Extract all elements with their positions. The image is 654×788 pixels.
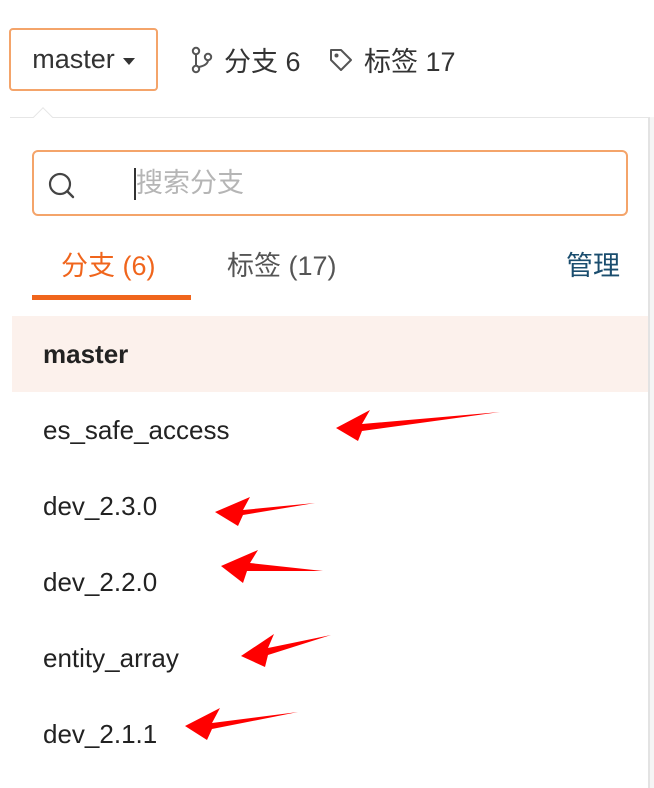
branch-item-dev-2-3-0[interactable]: dev_2.3.0	[12, 468, 648, 544]
branch-count-link[interactable]: 分支 6	[190, 40, 301, 79]
branch-item-master[interactable]: master	[12, 316, 648, 392]
branch-item-es-safe-access[interactable]: es_safe_access	[12, 392, 648, 468]
tag-count-link[interactable]: 标签 17	[328, 40, 456, 79]
branch-list: master es_safe_access dev_2.3.0 dev_2.2.…	[12, 316, 648, 772]
tag-icon	[328, 47, 354, 73]
branch-search-box[interactable]	[32, 150, 628, 216]
tab-branches[interactable]: 分支 (6)	[61, 244, 156, 283]
manage-link[interactable]: 管理	[566, 244, 620, 283]
branch-name: es_safe_access	[43, 414, 230, 445]
branch-name: dev_2.2.0	[43, 566, 158, 597]
branch-name: entity_array	[43, 642, 179, 673]
branch-item-entity-array[interactable]: entity_array	[12, 620, 648, 696]
background-page-edge	[650, 117, 654, 788]
caret-down-icon	[122, 57, 135, 65]
git-branch-icon	[190, 46, 214, 74]
tag-count-label: 标签 17	[364, 47, 456, 77]
branch-name: dev_2.3.0	[43, 490, 158, 521]
branch-name: dev_2.1.1	[43, 718, 158, 749]
branch-item-dev-2-1-1[interactable]: dev_2.1.1	[12, 696, 648, 772]
branch-search-input[interactable]	[136, 160, 616, 206]
branch-item-dev-2-2-0[interactable]: dev_2.2.0	[12, 544, 648, 620]
branch-tag-tabs: 分支 (6) 标签 (17) 管理	[32, 238, 628, 302]
search-icon	[46, 170, 76, 205]
branch-selector-label: master	[32, 44, 115, 74]
branch-dropdown-screen: master 分支 6 标签 17 搜索分支 分支 (6) 标签 (17) 管理…	[0, 0, 654, 788]
active-tab-indicator	[32, 295, 191, 300]
branch-selector-button[interactable]: master	[9, 28, 158, 91]
tab-tags[interactable]: 标签 (17)	[227, 244, 337, 283]
branch-name: master	[43, 338, 129, 369]
branch-count-label: 分支 6	[224, 47, 301, 77]
